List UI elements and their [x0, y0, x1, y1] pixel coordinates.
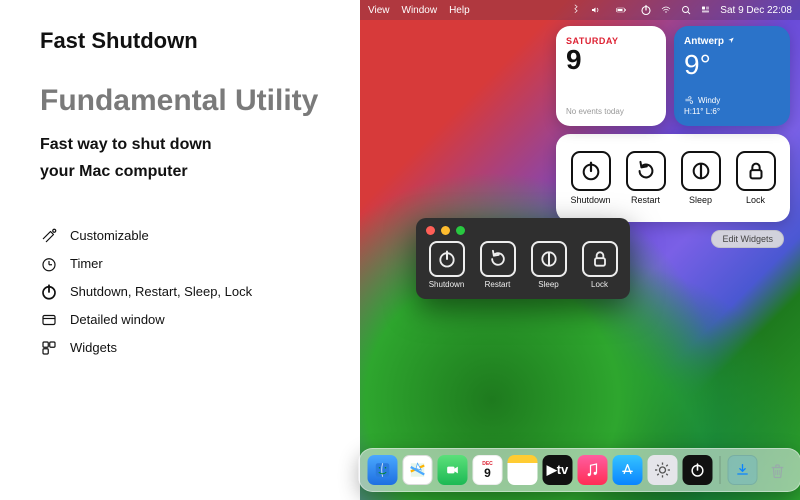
- sleep-icon: [681, 151, 721, 191]
- menubar-clock[interactable]: Sat 9 Dec 22:08: [720, 5, 792, 16]
- app-restart-button[interactable]: Restart: [475, 241, 520, 289]
- feat-label: Shutdown, Restart, Sleep, Lock: [70, 284, 252, 299]
- app-lock-button[interactable]: Lock: [577, 241, 622, 289]
- widget-sleep-button[interactable]: Sleep: [676, 151, 725, 205]
- dock-facetime[interactable]: [438, 455, 468, 485]
- window-icon: [40, 311, 58, 329]
- lock-icon: [582, 241, 618, 277]
- headline: Fundamental Utility: [40, 84, 338, 119]
- volume-icon[interactable]: [590, 4, 602, 16]
- timer-icon: [40, 255, 58, 273]
- desktop-screenshot: View Window Help Sat 9 Dec 22:08 SATURDA…: [360, 0, 800, 500]
- traffic-lights: [424, 224, 622, 241]
- restart-icon: [480, 241, 516, 277]
- dock-downloads[interactable]: [728, 455, 758, 485]
- calendar-note: No events today: [566, 107, 624, 116]
- feat-label: Detailed window: [70, 312, 165, 327]
- weather-widget[interactable]: Antwerp 9° Windy H:11° L:6°: [674, 26, 790, 126]
- widget-lock-button[interactable]: Lock: [731, 151, 780, 205]
- dock-separator: [720, 456, 721, 484]
- app-shutdown-button[interactable]: Shutdown: [424, 241, 469, 289]
- feat-label: Customizable: [70, 228, 149, 243]
- control-center-icon[interactable]: [700, 4, 712, 16]
- dock-music[interactable]: [578, 455, 608, 485]
- menu-view[interactable]: View: [368, 5, 390, 16]
- location-icon: [727, 36, 735, 44]
- dock-tv[interactable]: ▶tv: [543, 455, 573, 485]
- promo-panel: Fast Shutdown Fundamental Utility Fast w…: [0, 0, 360, 500]
- minimize-button[interactable]: [441, 226, 450, 235]
- dock-appstore[interactable]: [613, 455, 643, 485]
- dock: DEC9 ▶tv: [359, 448, 800, 492]
- customizable-icon: [40, 227, 58, 245]
- menu-help[interactable]: Help: [449, 5, 470, 16]
- close-button[interactable]: [426, 226, 435, 235]
- widgets-icon: [40, 339, 58, 357]
- power-icon: [571, 151, 611, 191]
- power-icon: [429, 241, 465, 277]
- wifi-icon[interactable]: [660, 4, 672, 16]
- menubar: View Window Help Sat 9 Dec 22:08: [360, 0, 800, 20]
- app-title: Fast Shutdown: [40, 28, 338, 54]
- bluetooth-icon[interactable]: [570, 4, 582, 16]
- subtitle-2: your Mac computer: [40, 158, 338, 185]
- dock-maps[interactable]: [403, 455, 433, 485]
- widget-shutdown-button[interactable]: Shutdown: [566, 151, 615, 205]
- dock-finder[interactable]: [368, 455, 398, 485]
- feat-window: Detailed window: [40, 311, 338, 329]
- widget-panel: SATURDAY 9 No events today Antwerp 9° Wi…: [556, 26, 790, 248]
- feat-widgets: Widgets: [40, 339, 338, 357]
- feature-list: Customizable Timer Shutdown, Restart, Sl…: [40, 227, 338, 357]
- lock-icon: [736, 151, 776, 191]
- feat-power: Shutdown, Restart, Sleep, Lock: [40, 283, 338, 301]
- calendar-day-num: 9: [566, 44, 656, 76]
- dock-calendar[interactable]: DEC9: [473, 455, 503, 485]
- app-window: Shutdown Restart Sleep Lock: [416, 218, 630, 299]
- power-icon: [40, 283, 58, 301]
- weather-city: Antwerp: [684, 36, 780, 47]
- shutdown-widget: Shutdown Restart Sleep Lock: [556, 134, 790, 222]
- menu-window[interactable]: Window: [402, 5, 438, 16]
- dock-trash[interactable]: [763, 455, 793, 485]
- restart-icon: [626, 151, 666, 191]
- calendar-widget[interactable]: SATURDAY 9 No events today: [556, 26, 666, 126]
- widget-restart-button[interactable]: Restart: [621, 151, 670, 205]
- dock-fastshutdown[interactable]: [683, 455, 713, 485]
- weather-hl: H:11° L:6°: [684, 107, 780, 116]
- battery-icon[interactable]: [610, 4, 632, 16]
- weather-cond: Windy: [684, 95, 780, 105]
- weather-temp: 9°: [684, 49, 780, 81]
- edit-widgets-button[interactable]: Edit Widgets: [711, 230, 784, 248]
- feat-customizable: Customizable: [40, 227, 338, 245]
- feat-label: Timer: [70, 256, 103, 271]
- search-icon[interactable]: [680, 4, 692, 16]
- zoom-button[interactable]: [456, 226, 465, 235]
- dock-settings[interactable]: [648, 455, 678, 485]
- power-menubar-icon[interactable]: [640, 4, 652, 16]
- dock-notes[interactable]: [508, 455, 538, 485]
- subtitle-1: Fast way to shut down: [40, 131, 338, 158]
- feat-label: Widgets: [70, 340, 117, 355]
- app-sleep-button[interactable]: Sleep: [526, 241, 571, 289]
- feat-timer: Timer: [40, 255, 338, 273]
- sleep-icon: [531, 241, 567, 277]
- wind-icon: [684, 95, 694, 105]
